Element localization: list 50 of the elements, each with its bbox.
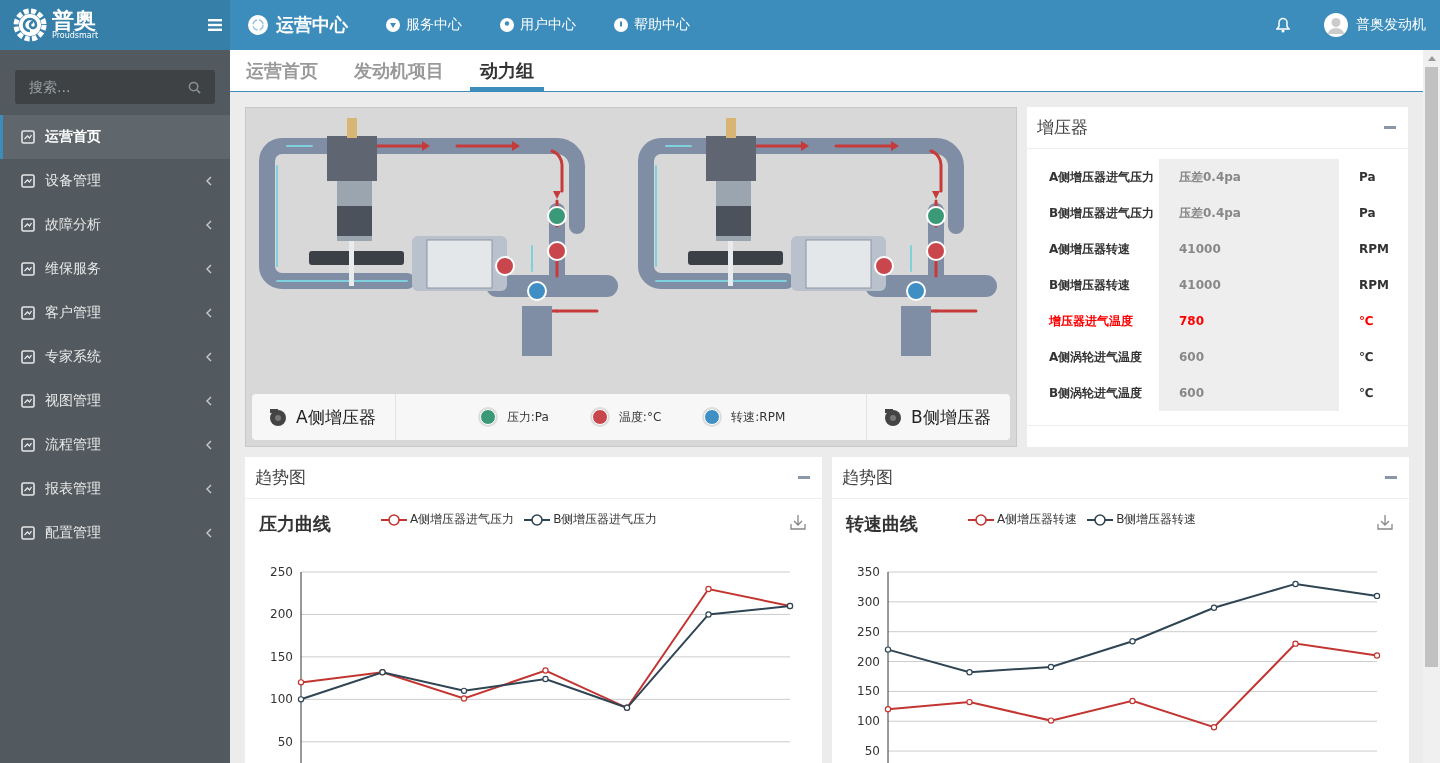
panel-title: 增压器: [1037, 116, 1088, 139]
parameter-unit: RPM: [1359, 278, 1389, 292]
parameter-value: 压差0.4pa: [1159, 195, 1339, 231]
chart-title: 压力曲线: [259, 511, 331, 536]
legend-label: B侧增压器进气压力: [553, 511, 658, 528]
app-title: 运营中心: [276, 13, 348, 37]
parameter-label: B侧涡轮进气温度: [1049, 384, 1144, 402]
legend-label: 压力:Pa: [506, 408, 549, 426]
legend-label: 转速:RPM: [731, 408, 786, 426]
logo-name: 普奥: [52, 10, 96, 32]
panel-title: 趋势图: [842, 466, 893, 489]
legend-label: A侧增压器转速: [997, 511, 1078, 528]
logo-subtitle: Proudsmart: [52, 32, 99, 40]
y-tick-label: 150: [270, 649, 293, 664]
parameter-value: 600: [1159, 339, 1339, 375]
y-tick-label: 100: [270, 692, 293, 707]
y-tick-label: 250: [857, 624, 880, 639]
parameter-label: A侧增压器进气压力: [1049, 168, 1156, 186]
parameter-unit: ℃: [1359, 314, 1374, 328]
parameter-unit: ℃: [1359, 350, 1374, 364]
chart-title: 转速曲线: [846, 511, 918, 536]
y-tick-label: 300: [857, 594, 880, 609]
legend-label: 温度:°C: [618, 408, 662, 426]
y-tick-label: 350: [857, 565, 880, 579]
parameter-label: A侧增压器转速: [1049, 240, 1132, 258]
side-label: B侧增压器: [911, 405, 991, 429]
y-tick-label: 50: [277, 734, 293, 749]
legend-label: A侧增压器进气压力: [410, 511, 515, 528]
parameter-value: 41000: [1159, 267, 1339, 303]
parameter-label: A侧涡轮进气温度: [1049, 348, 1144, 366]
side-label: A侧增压器: [296, 405, 376, 429]
parameter-value: 780: [1159, 303, 1339, 339]
parameter-unit: ℃: [1359, 386, 1374, 400]
y-tick-label: 150: [857, 684, 880, 699]
parameter-unit: Pa: [1359, 206, 1376, 220]
panel-title: 趋势图: [255, 466, 306, 489]
y-tick-label: 100: [857, 714, 880, 729]
parameter-unit: Pa: [1359, 170, 1376, 184]
parameter-value: 压差0.4pa: [1159, 159, 1339, 195]
parameter-label: 增压器进气温度: [1049, 312, 1134, 330]
parameter-unit: RPM: [1359, 242, 1389, 256]
parameter-value: 41000: [1159, 231, 1339, 267]
parameter-label: B侧增压器转速: [1049, 276, 1132, 294]
y-tick-label: 200: [857, 654, 880, 669]
parameter-label: B侧增压器进气压力: [1049, 204, 1156, 222]
parameter-value: 600: [1159, 375, 1339, 411]
y-tick-label: 250: [270, 565, 293, 579]
y-tick-label: 200: [270, 607, 293, 622]
legend-label: B侧增压器转速: [1116, 511, 1197, 528]
y-tick-label: 50: [864, 744, 880, 759]
